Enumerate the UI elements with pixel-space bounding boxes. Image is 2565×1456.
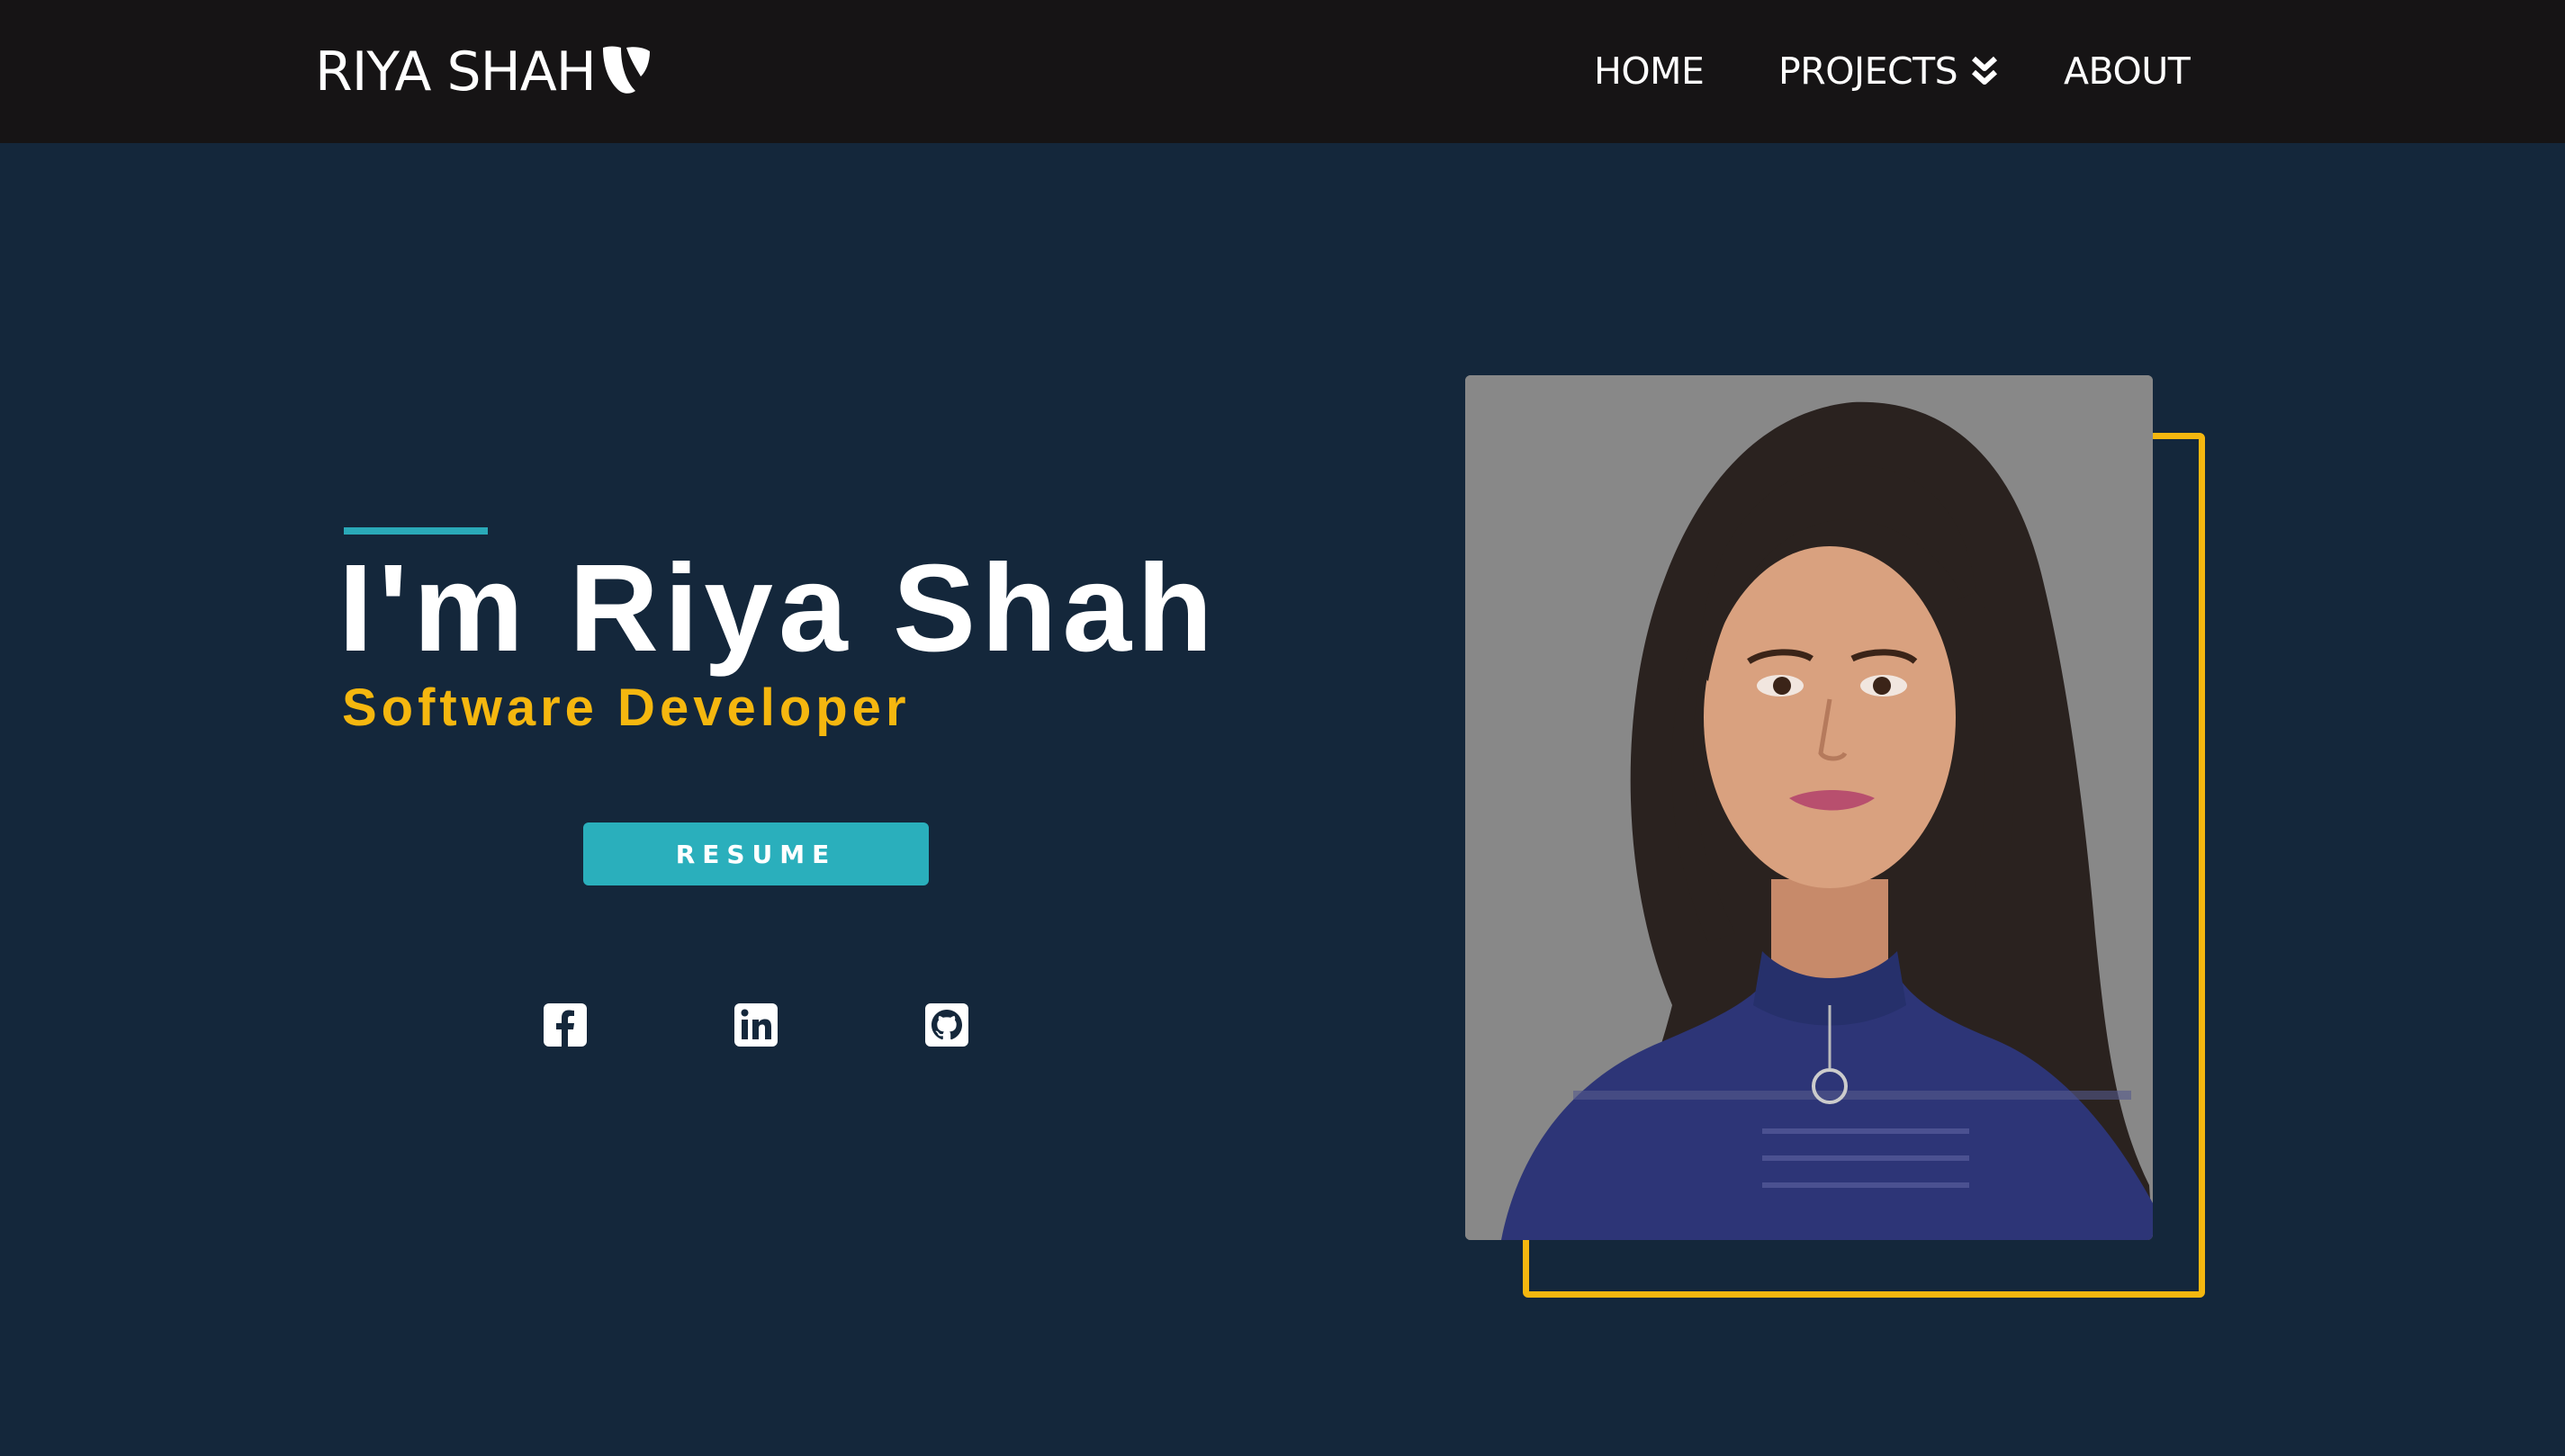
facebook-icon [544, 1003, 587, 1047]
github-link[interactable] [923, 1002, 970, 1048]
brand-link[interactable]: RIYA SHAH [315, 36, 653, 108]
resume-button[interactable]: RESUME [583, 822, 929, 885]
resume-button-label: RESUME [675, 839, 837, 869]
nav-about-label: ABOUT [2064, 49, 2191, 93]
facebook-link[interactable] [542, 1002, 589, 1048]
linkedin-icon [734, 1003, 778, 1047]
nav-home-label: HOME [1594, 49, 1705, 93]
title-accent-line [344, 527, 488, 535]
profile-photo-illustration [1465, 375, 2153, 1240]
top-navbar: RIYA SHAH HOME PROJECTS ABOUT [0, 0, 2565, 143]
nav-about[interactable]: ABOUT [2064, 43, 2191, 99]
brand-name: RIYA SHAH [315, 40, 597, 103]
double-chevron-down-icon [1972, 56, 1998, 85]
linkedin-link[interactable] [733, 1002, 779, 1048]
hero-title: I'm Riya Shah [338, 539, 1219, 678]
hero-subtitle: Software Developer [342, 679, 911, 737]
typo3-logo-icon [602, 46, 650, 94]
nav-projects-label: PROJECTS [1778, 49, 1958, 93]
profile-photo [1465, 375, 2153, 1240]
github-icon [925, 1003, 968, 1047]
nav-projects-dropdown[interactable]: PROJECTS [1778, 43, 1999, 99]
nav-home[interactable]: HOME [1594, 43, 1705, 99]
